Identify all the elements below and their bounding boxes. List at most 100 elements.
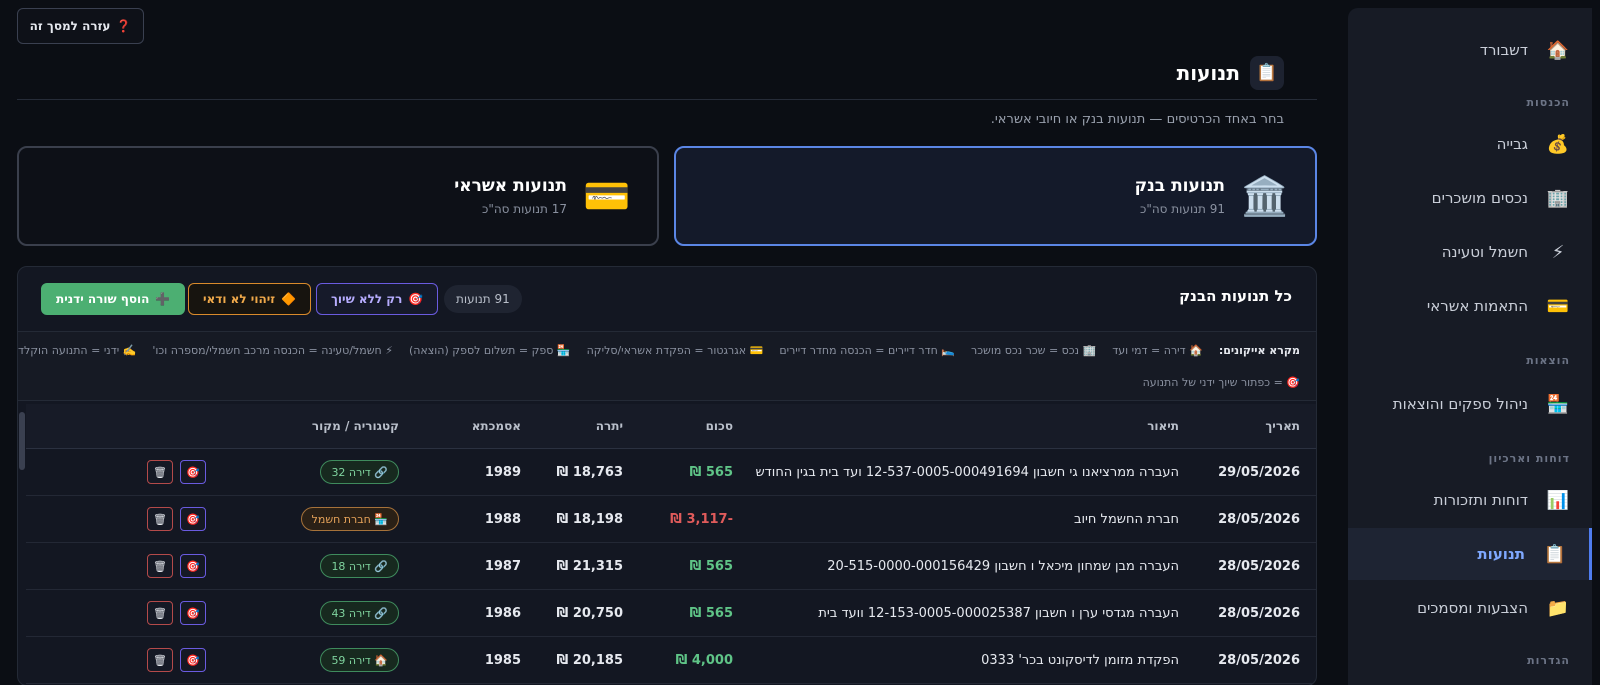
cell-reference: 1986 [484, 605, 521, 621]
cell-category: 🔗 דירה 18 [320, 543, 399, 589]
legend-item: 💳 אגרגטור = הפקדת אשראי/סליקה [586, 344, 764, 357]
table-row[interactable]: 28/05/2026 העברה מגדסי ערן ו חשבון 12-153… [26, 590, 1316, 637]
legend-item: 🏢 נכס = שכר נכס מושכר [971, 344, 1097, 357]
legend-item: ✍️ ידני = התנועה הוקלדה ידנית [17, 344, 137, 357]
cell-amount: 4,000 ₪ [675, 652, 733, 668]
page-subtitle: בחר באחד הכרטיסים — תנועות בנק או חיובי … [990, 112, 1284, 127]
sidebar-item-label: תנועות [1477, 545, 1525, 563]
assign-target-button[interactable]: 🎯 [180, 507, 206, 531]
store-icon: 🏪 [1546, 393, 1570, 415]
sidebar-section-expenses: הוצאות [1526, 354, 1570, 367]
cell-balance: 18,763 ₪ [556, 464, 623, 480]
table-row[interactable]: 29/05/2026 העברה ממרציאנו גי חשבון 12-537… [26, 449, 1316, 496]
help-button[interactable]: ❓ עזרה למסך זה [17, 8, 144, 44]
table-header: תאריך תיאור סכום יתרה אסמכתא קטגוריה / מ… [26, 404, 1316, 449]
sidebar-item-reports-reminders[interactable]: 📊 דוחות ותזכורות [1348, 474, 1592, 526]
diamond-icon: 🔶 [281, 292, 296, 306]
delete-button[interactable]: 🗑 [147, 507, 173, 531]
category-badge[interactable]: 🔗 דירה 18 [320, 554, 399, 578]
bank-icon: 🏛️ [1241, 173, 1289, 218]
home-icon: 🏠 [1546, 39, 1570, 61]
credit-card-subtitle: 17 תנועות סה"כ [481, 202, 567, 216]
add-manual-row-button[interactable]: ➕ הוסף שורה ידנית [41, 283, 186, 315]
sidebar-item-transactions[interactable]: 📋 תנועות [1348, 528, 1592, 580]
page-header: 📋 תנועות [1177, 56, 1284, 90]
icon-legend: מקרא אייקונים: 🏠 דירה = דמי ועד 🏢 נכס = … [18, 331, 1316, 401]
cell-reference: 1989 [484, 464, 521, 480]
clipboard-icon: 📋 [1250, 56, 1284, 90]
cell-amount: 565 ₪ [689, 605, 733, 621]
assign-target-button[interactable]: 🎯 [180, 554, 206, 578]
cell-amount: 565 ₪ [689, 558, 733, 574]
sidebar-item-label: ניהול ספקים והוצאות [1392, 395, 1528, 413]
sidebar-item-credit-matching[interactable]: 💳 התאמות אשראי [1348, 280, 1592, 332]
column-header-amount[interactable]: סכום [706, 404, 733, 448]
sidebar-section-settings: הגדרות [1527, 654, 1570, 667]
table-row[interactable]: 28/05/2026 העברה מבן שמחון מיכאל ו חשבון … [26, 543, 1316, 590]
cell-date: 28/05/2026 [1218, 558, 1300, 574]
credit-transactions-card[interactable]: 💳 תנועות אשראי 17 תנועות סה"כ [17, 146, 659, 246]
target-icon: 🎯 [408, 292, 424, 306]
cell-actions: 🎯 🗑 [147, 496, 206, 542]
cell-date: 28/05/2026 [1218, 652, 1300, 668]
cell-description: הפקדת מזומן לדיסקונט בכר' 0333 [981, 652, 1179, 668]
cell-actions: 🎯 🗑 [147, 543, 206, 589]
sidebar-item-electricity-charging[interactable]: ⚡ חשמל וטעינה [1348, 226, 1592, 278]
table-row[interactable]: 28/05/2026 הפקדת מזומן לדיסקונט בכר' 0333… [26, 637, 1316, 684]
cell-actions: 🎯 🗑 [147, 449, 206, 495]
assign-target-button[interactable]: 🎯 [180, 601, 206, 625]
help-button-label: עזרה למסך זה [29, 19, 111, 33]
transactions-count-badge: 91 תנועות [444, 285, 522, 313]
column-header-date[interactable]: תאריך [1265, 404, 1300, 448]
category-badge[interactable]: 🔗 דירה 32 [320, 460, 399, 484]
cell-amount: 565 ₪ [689, 464, 733, 480]
column-header-description[interactable]: תיאור [1147, 404, 1179, 448]
delete-button[interactable]: 🗑 [147, 601, 173, 625]
bar-chart-icon: 📊 [1546, 489, 1570, 511]
cell-reference: 1988 [484, 511, 521, 527]
sidebar-item-label: גבייה [1496, 135, 1528, 153]
sidebar-item-dashboard[interactable]: 🏠 דשבורד [1348, 24, 1592, 76]
cell-balance: 18,198 ₪ [556, 511, 623, 527]
column-header-reference[interactable]: אסמכתא [472, 404, 521, 448]
legend-item: 🛌 חדר דיירים = הכנסה מחדר דיירים [779, 344, 955, 357]
add-manual-row-label: הוסף שורה ידנית [56, 292, 150, 306]
cell-reference: 1985 [484, 652, 521, 668]
column-header-category[interactable]: קטגוריה / מקור [312, 404, 399, 448]
category-badge[interactable]: 🔗 דירה 43 [320, 601, 399, 625]
cell-actions: 🎯 🗑 [147, 590, 206, 636]
table-scrollbar[interactable] [19, 412, 25, 470]
assign-target-button[interactable]: 🎯 [180, 648, 206, 672]
category-badge[interactable]: 🏪 חברת חשמל [300, 507, 399, 531]
money-bag-icon: 💰 [1546, 133, 1570, 155]
page-title: תנועות [1176, 61, 1240, 85]
unassigned-only-button[interactable]: 🎯 רק ללא שיוך [316, 283, 439, 315]
sidebar-item-rented-assets[interactable]: 🏢 נכסים מושכרים [1348, 172, 1592, 224]
sidebar-item-suppliers-expenses[interactable]: 🏪 ניהול ספקים והוצאות [1348, 378, 1592, 430]
bank-card-subtitle: 91 תנועות סה"כ [1139, 202, 1225, 216]
cell-category: 🔗 דירה 43 [320, 590, 399, 636]
table-row[interactable]: 28/05/2026 חברת החשמל חיוב -3,117 ₪ 18,198 … [26, 496, 1316, 543]
sidebar-item-label: דוחות ותזכורות [1433, 491, 1528, 509]
bank-transactions-card[interactable]: 🏛️ תנועות בנק 91 תנועות סה"כ [674, 146, 1317, 246]
assign-target-button[interactable]: 🎯 [180, 460, 206, 484]
cell-reference: 1987 [484, 558, 521, 574]
cell-description: העברה מגדסי ערן ו חשבון 12-153-0005-0000… [818, 605, 1179, 621]
sidebar-item-label: התאמות אשראי [1426, 297, 1528, 315]
delete-button[interactable]: 🗑 [147, 648, 173, 672]
legend-item: 🎯 = כפתור שיוך ידני של התנועה [1142, 376, 1300, 389]
sidebar-item-votes-documents[interactable]: 📁 הצבעות ומסמכים [1348, 582, 1592, 634]
cell-amount: -3,117 ₪ [670, 511, 733, 527]
delete-button[interactable]: 🗑 [147, 460, 173, 484]
sidebar-item-label: נכסים מושכרים [1431, 189, 1528, 207]
cell-date: 28/05/2026 [1218, 511, 1300, 527]
legend-label: מקרא אייקונים: [1218, 344, 1300, 357]
lightning-icon: ⚡ [1551, 241, 1565, 263]
delete-button[interactable]: 🗑 [147, 554, 173, 578]
uncertain-match-button[interactable]: 🔶 זיהוי לא ודאי [188, 283, 311, 315]
column-header-balance[interactable]: יתרה [596, 404, 623, 448]
sidebar-item-collection[interactable]: 💰 גבייה [1348, 118, 1592, 170]
cell-date: 29/05/2026 [1218, 464, 1300, 480]
cell-description: חברת החשמל חיוב [1073, 511, 1179, 527]
category-badge[interactable]: 🏠 דירה 59 [320, 648, 399, 672]
